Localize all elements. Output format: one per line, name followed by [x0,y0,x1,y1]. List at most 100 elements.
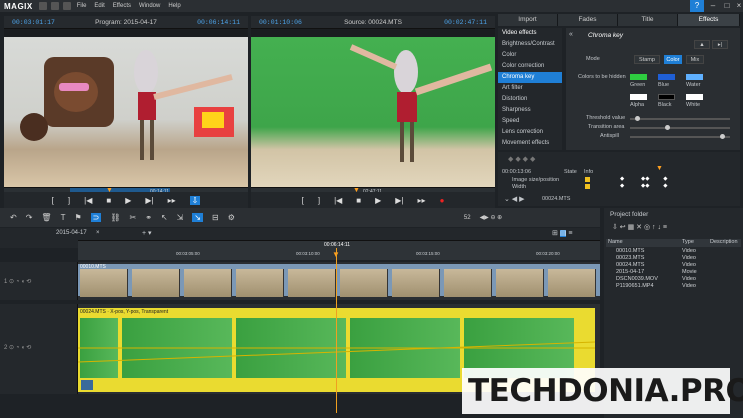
range-icon[interactable]: ⇲ [177,213,184,222]
open-folder-icon[interactable] [50,2,59,10]
source-timecode[interactable]: 00:01:10:06 [259,19,302,26]
effect-item[interactable]: Art filter [498,83,562,94]
select-icon[interactable]: ↖ [161,213,168,222]
next-frame-icon[interactable]: ▶| [145,196,153,205]
new-file-icon[interactable] [38,2,47,10]
close-icon[interactable]: × [732,0,743,12]
menu-effects[interactable]: Effects [109,3,135,9]
stop-icon[interactable]: ■ [106,196,111,205]
program-duration[interactable]: 00:06:14:11 [197,19,240,26]
menu-file[interactable]: File [73,3,91,9]
effect-item[interactable]: Brightness/Contrast [498,39,562,50]
mouse-mode-icon[interactable]: ↘ [192,213,203,222]
program-timecode[interactable]: 00:03:01:17 [12,19,55,26]
color-swatch-blue[interactable] [658,74,675,80]
mode-stamp-button[interactable]: Stamp [634,55,660,64]
mode-mix-button[interactable]: Mix [686,55,704,64]
undo-icon[interactable]: ↶ [10,213,17,222]
source-prev-icon[interactable]: |◀ [334,196,342,205]
program-video-frame[interactable] [4,37,248,187]
file-row[interactable]: 00024.MTS Video [606,262,741,269]
source-play-icon[interactable]: ▶ [375,196,381,205]
source-duration[interactable]: 00:02:47:11 [444,19,487,26]
track-controls-icons[interactable]: 2 ⊙ ◔ ◖ ⟲ [4,344,31,351]
file-row[interactable]: 2015-04-17 Movie [606,269,741,276]
source-end-icon[interactable]: ▸▸ [418,196,426,205]
color-swatch-alpha[interactable] [630,94,647,100]
split-icon[interactable]: ✂ [129,213,136,222]
zoom-value[interactable]: 52 [464,215,471,221]
source-video-frame[interactable] [251,37,495,187]
effect-item[interactable]: Lens correction [498,127,562,138]
track-header-1[interactable]: 1 ⊙ ◔ ◖ ⟲ [0,262,78,300]
file-row[interactable]: DSCN0039.MOV Video [606,276,741,283]
menu-help[interactable]: Help [164,3,184,9]
keyframe-diamonds[interactable]: ◆ ◆◆ ◆ [620,183,667,189]
effect-item-selected[interactable]: Chroma key [498,72,562,83]
menu-window[interactable]: Window [135,3,164,9]
file-row[interactable]: 00010.MTS Video [606,248,741,255]
cut-mode-icon[interactable]: ⊃ [90,213,102,222]
effect-item[interactable]: Sharpness [498,105,562,116]
tab-title[interactable]: Title [618,14,678,26]
view-mode-icons[interactable]: ⊞ ▤ ≡ [552,229,572,237]
marker-icon[interactable]: ⚑ [74,213,81,222]
play-icon[interactable]: ▶ [125,196,131,205]
fit-icon[interactable]: ⊟ [212,213,219,222]
record-icon[interactable]: ● [440,196,445,205]
effect-item[interactable]: Movement effects [498,138,562,149]
effect-item[interactable]: Distortion [498,94,562,105]
redo-icon[interactable]: ↷ [26,213,33,222]
minimize-icon[interactable]: – [706,0,720,12]
prev-frame-icon[interactable]: |◀ [84,196,92,205]
chroma-up-icon[interactable]: ▲ [694,40,710,49]
keyframe-playhead-icon[interactable]: ▼ [656,165,663,172]
source-stop-icon[interactable]: ■ [356,196,361,205]
video-clip-1[interactable]: 00010.MTS [78,264,600,297]
color-swatch-green[interactable] [630,74,647,80]
color-swatch-black[interactable] [658,94,675,100]
delete-icon[interactable]: 🗑 [41,213,51,222]
keyframe-row-width[interactable]: Width [512,184,526,190]
keyframe-nav-icons[interactable]: ⌄ ◀ ▶ [504,195,525,203]
menu-edit[interactable]: Edit [90,3,108,9]
threshold-slider[interactable] [630,116,730,121]
text-icon[interactable]: T [61,213,66,222]
source-next-icon[interactable]: ▶| [395,196,403,205]
settings-icon[interactable]: ⚙ [228,213,235,222]
track-header-2[interactable]: 2 ⊙ ◔ ◖ ⟲ [0,304,78,394]
goto-end-icon[interactable]: ▸▸ [168,196,176,205]
file-row[interactable]: 00023.MTS Video [606,255,741,262]
file-row[interactable]: P1190651.MP4 Video [606,283,741,290]
collapse-icon[interactable]: « [569,31,573,38]
tab-effects[interactable]: Effects [678,14,740,26]
color-swatch-white[interactable] [686,94,703,100]
keyframe-diamonds[interactable]: ◆ ◆◆ ◆ [620,176,667,182]
effect-item[interactable]: Color correction [498,61,562,72]
zoom-controls-icon[interactable]: ◀▶ ⊖ ⊕ [480,214,503,221]
project-tab[interactable]: 2015-04-17 [56,230,87,236]
effect-item[interactable]: Speed [498,116,562,127]
antispill-slider[interactable] [630,134,730,139]
save-icon[interactable] [62,2,71,10]
transition-slider[interactable] [630,125,730,130]
folder-toolbar-icons[interactable]: ⇩ ↩ ▦ ✕ ◎ ↑ ↓ ≡ [612,223,667,231]
description-column[interactable]: Description [710,239,740,247]
keyframe-row-image-size[interactable]: Image size/position [512,177,559,183]
source-mark-out-icon[interactable]: ] [318,196,320,205]
track-controls-icons[interactable]: 1 ⊙ ◔ ◖ ⟲ [4,278,31,285]
help-icon[interactable]: ? [690,0,704,12]
color-swatch-water[interactable] [686,74,703,80]
name-column[interactable]: Name [606,239,682,247]
keyframe-toolbar-icons[interactable]: ◆ ◆ ◆ ◆ [508,155,535,163]
timeline-ruler[interactable]: 00:06:14:11 00:03:05:00 00:03:10:00 00:0… [78,240,600,260]
program-export-icon[interactable]: ⇩ [189,196,201,205]
mark-out-icon[interactable]: ] [68,196,70,205]
group-icon[interactable]: ⚭ [145,213,152,222]
mode-color-button[interactable]: Color [664,55,682,64]
tab-close-icon[interactable]: × [96,230,100,236]
source-mark-in-icon[interactable]: [ [302,196,304,205]
type-column[interactable]: Type [682,239,710,247]
tab-fades[interactable]: Fades [558,14,618,26]
effect-item[interactable]: Color [498,50,562,61]
